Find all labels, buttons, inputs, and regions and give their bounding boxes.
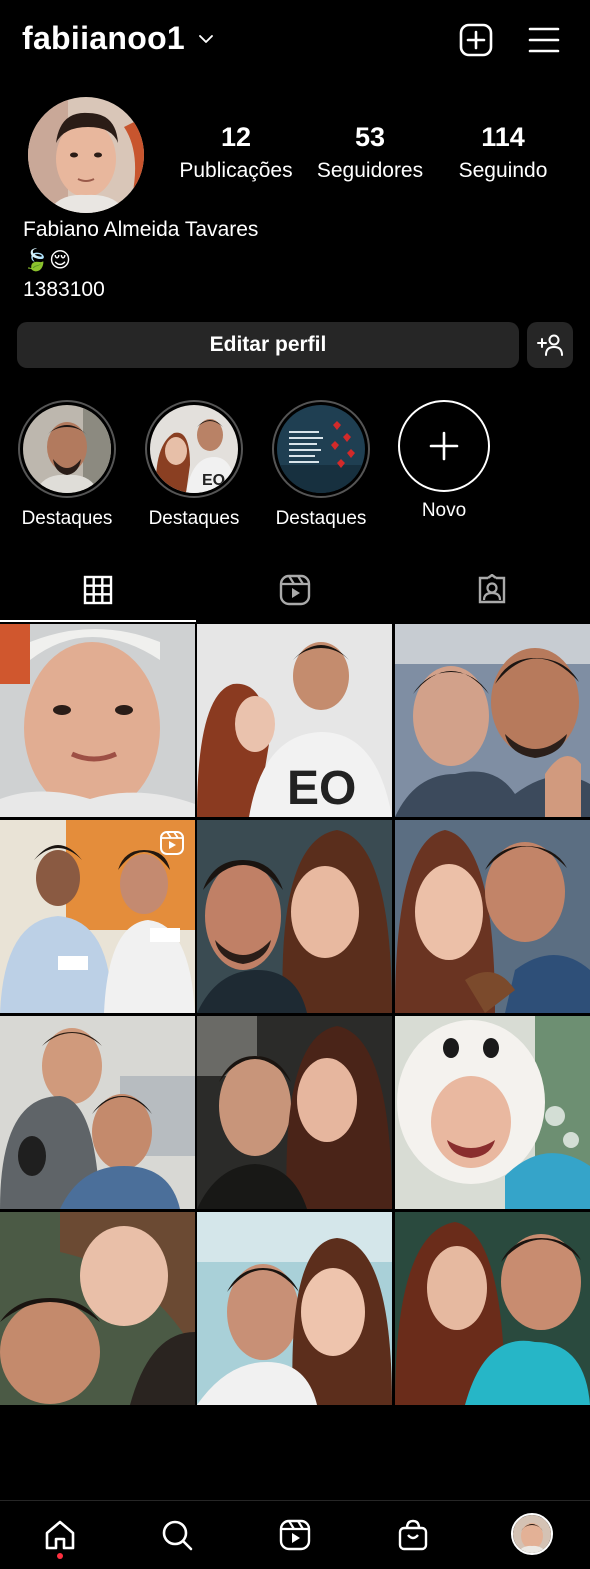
grid-icon <box>83 575 113 605</box>
highlight-3[interactable]: Destaques <box>271 400 371 530</box>
add-person-icon <box>537 334 563 356</box>
post-thumbnail[interactable] <box>0 1212 195 1405</box>
post-thumbnail[interactable] <box>395 820 590 1013</box>
tab-reels[interactable] <box>197 558 393 622</box>
posts-label: Publicações <box>179 159 293 182</box>
highlight-3-label: Destaques <box>275 508 367 529</box>
nav-search[interactable] <box>157 1515 197 1555</box>
username-switcher[interactable]: fabiianoo1 <box>22 20 215 57</box>
tab-grid[interactable] <box>0 558 196 622</box>
followers-label: Seguidores <box>316 159 424 182</box>
new-post-button[interactable] <box>456 20 496 60</box>
following-count: 114 <box>481 122 525 152</box>
new-highlight-ring <box>398 400 490 492</box>
post-thumbnail[interactable] <box>197 820 392 1013</box>
post-thumbnail[interactable] <box>0 820 195 1013</box>
svg-text:EO: EO <box>287 762 356 815</box>
new-highlight-label: Novo <box>421 500 467 521</box>
highlight-2[interactable]: EO Destaques <box>144 400 244 530</box>
post-thumbnail[interactable] <box>197 1016 392 1209</box>
edit-profile-button[interactable]: Editar perfil <box>17 322 519 368</box>
bottom-nav <box>0 1500 590 1569</box>
post-thumbnail[interactable] <box>395 1212 590 1405</box>
menu-button[interactable] <box>524 20 564 60</box>
post-thumbnail[interactable] <box>395 624 590 817</box>
full-name: Fabiano Almeida Tavares <box>23 218 259 241</box>
notification-dot <box>57 1553 63 1559</box>
post-thumbnail[interactable] <box>197 1212 392 1405</box>
stat-followers[interactable]: 53 Seguidores <box>310 122 430 183</box>
highlight-1-cover <box>23 405 111 493</box>
reels-icon <box>279 574 311 606</box>
highlight-3-cover <box>277 405 365 493</box>
avatar-photo <box>28 97 144 213</box>
menu-icon <box>528 27 560 53</box>
posts-count: 12 <box>220 122 252 152</box>
highlight-1-label: Destaques <box>21 508 113 529</box>
profile-tabs <box>0 558 590 622</box>
svg-text:EO: EO <box>202 472 225 489</box>
stat-posts[interactable]: 12 Publicações <box>172 122 300 183</box>
bio-emoji: 🍃😌 <box>23 249 72 272</box>
nav-reels[interactable] <box>275 1515 315 1555</box>
search-icon <box>162 1520 193 1551</box>
new-post-icon <box>459 23 493 57</box>
plus-icon <box>429 431 459 461</box>
highlight-1[interactable]: Destaques <box>17 400 117 530</box>
nav-home[interactable] <box>40 1515 80 1555</box>
bio-text: 1383100 <box>23 278 105 301</box>
stat-following[interactable]: 114 Seguindo <box>450 122 556 183</box>
home-icon <box>45 1520 75 1550</box>
highlight-3-ring <box>272 400 370 498</box>
reels-icon <box>279 1519 311 1551</box>
highlight-1-ring <box>18 400 116 498</box>
reel-badge-icon <box>160 831 184 855</box>
discover-people-button[interactable] <box>527 322 573 368</box>
new-highlight[interactable]: Novo <box>394 400 494 522</box>
post-thumbnail[interactable] <box>0 624 195 817</box>
chevron-down-icon <box>199 34 213 43</box>
post-thumbnail[interactable] <box>0 1016 195 1209</box>
following-label: Seguindo <box>458 159 548 182</box>
highlight-2-ring: EO <box>145 400 243 498</box>
post-thumbnail[interactable] <box>395 1016 590 1209</box>
tagged-icon <box>478 574 506 604</box>
highlight-2-label: Destaques <box>148 508 240 529</box>
nav-shop[interactable] <box>393 1515 433 1555</box>
nav-profile-avatar[interactable] <box>511 1513 553 1555</box>
profile-avatar[interactable] <box>28 97 144 213</box>
top-bar: fabiianoo1 <box>0 0 590 80</box>
post-thumbnail[interactable]: EO <box>197 624 392 817</box>
username: fabiianoo1 <box>22 20 186 56</box>
followers-count: 53 <box>354 122 386 152</box>
tab-tagged[interactable] <box>394 558 590 622</box>
shop-icon <box>398 1519 428 1551</box>
highlight-2-cover: EO <box>150 405 238 493</box>
